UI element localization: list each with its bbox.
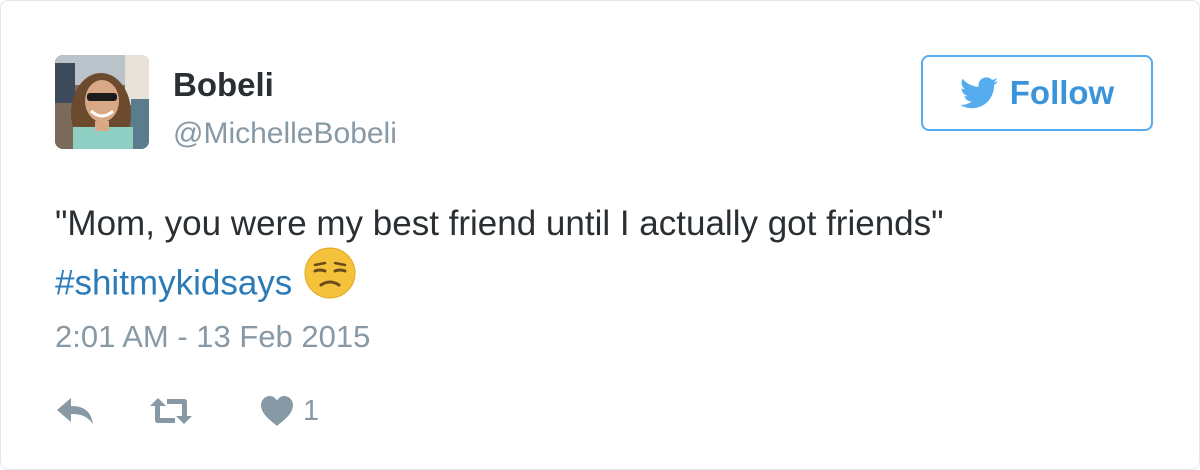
reply-icon bbox=[55, 396, 95, 426]
tweet-hashtag-line: #shitmykidsays bbox=[55, 247, 1155, 319]
display-name[interactable]: Bobeli bbox=[173, 65, 274, 105]
unamused-face-emoji bbox=[304, 247, 356, 315]
avatar[interactable] bbox=[55, 55, 149, 149]
follow-label: Follow bbox=[1009, 74, 1115, 111]
tweet-body: "Mom, you were my best friend until I ac… bbox=[55, 204, 944, 243]
retweet-icon bbox=[149, 396, 193, 426]
tweet-timestamp[interactable]: 2:01 AM - 13 Feb 2015 bbox=[55, 317, 370, 357]
heart-icon bbox=[259, 395, 295, 427]
twitter-bird-icon bbox=[959, 77, 998, 109]
reply-button[interactable] bbox=[55, 396, 149, 426]
tweet-text: "Mom, you were my best friend until I ac… bbox=[55, 197, 1155, 319]
tweet-actions: 1 bbox=[55, 387, 319, 435]
follow-button[interactable]: Follow bbox=[921, 55, 1153, 131]
like-button[interactable]: 1 bbox=[259, 393, 319, 429]
tweet-card: Bobeli @MichelleBobeli Follow "Mom, you … bbox=[0, 0, 1200, 470]
avatar-image bbox=[55, 55, 149, 149]
user-handle[interactable]: @MichelleBobeli bbox=[173, 115, 397, 153]
hashtag-link[interactable]: #shitmykidsays bbox=[55, 263, 292, 302]
retweet-button[interactable] bbox=[149, 396, 259, 426]
like-count: 1 bbox=[303, 395, 320, 427]
